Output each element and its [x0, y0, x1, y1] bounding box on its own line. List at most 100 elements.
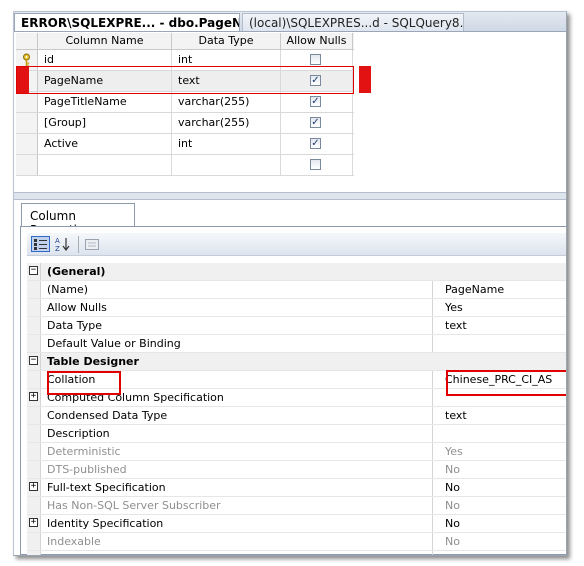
table-row[interactable]: id int	[16, 50, 354, 71]
property-value[interactable]: text	[438, 317, 566, 334]
allow-nulls-checkbox[interactable]: ✓	[310, 117, 321, 128]
allow-nulls-checkbox[interactable]	[310, 54, 321, 65]
data-type-cell[interactable]: varchar(255)	[172, 92, 281, 112]
property-row[interactable]: (Name) PageName	[27, 281, 566, 299]
row-selector[interactable]	[16, 71, 38, 91]
property-value[interactable]	[438, 425, 566, 442]
allow-nulls-checkbox[interactable]: ✓	[310, 138, 321, 149]
table-row[interactable]: PageTitleName varchar(255) ✓	[16, 92, 354, 113]
columns-grid: Column Name Data Type Allow Nulls id int P…	[16, 33, 354, 176]
property-label: Full-text Specification	[47, 479, 433, 496]
column-name-cell[interactable]: [Group]	[38, 113, 172, 133]
row-selector[interactable]	[16, 113, 38, 133]
table-row[interactable]: [Group] varchar(255) ✓	[16, 113, 354, 134]
property-row[interactable]: + Computed Column Specification	[27, 389, 566, 407]
allow-nulls-header[interactable]: Allow Nulls	[281, 33, 353, 49]
table-row[interactable]: PageName text ✓	[16, 71, 354, 92]
property-value: No	[445, 499, 460, 512]
categorized-icon[interactable]	[31, 236, 50, 252]
property-row[interactable]: Merge-published No	[27, 551, 566, 555]
tab-dbo-pagename[interactable]: ERROR\SQLEXPRE... - dbo.PageName	[14, 13, 240, 31]
allow-nulls-checkbox[interactable]: ✓	[310, 96, 321, 107]
row-selector[interactable]	[16, 50, 38, 70]
allow-nulls-cell: ✓	[281, 134, 353, 154]
collapse-icon[interactable]: −	[29, 356, 38, 365]
property-row[interactable]: Default Value or Binding	[27, 335, 566, 353]
tab-sqlquery8[interactable]: (local)\SQLEXPRES...d - SQLQuery8.sql*	[242, 13, 464, 31]
grid-header: Column Name Data Type Allow Nulls	[16, 33, 354, 50]
alphabetical-sort-icon[interactable]: A Z	[54, 236, 73, 253]
property-label: Has Non-SQL Server Subscriber	[47, 497, 433, 514]
toolbar-separator	[78, 236, 79, 253]
data-type-header[interactable]: Data Type	[172, 33, 281, 49]
expand-icon[interactable]: +	[29, 392, 38, 401]
row-selector[interactable]	[16, 92, 38, 112]
data-type-cell[interactable]: varchar(255)	[172, 113, 281, 133]
allow-nulls-cell	[281, 50, 353, 70]
grid-rows: id int PageName text ✓ PageTitleName varchar(2…	[16, 50, 354, 176]
allow-nulls-checkbox[interactable]: ✓	[310, 75, 321, 86]
allow-nulls-cell: ✓	[281, 92, 353, 112]
property-row[interactable]: DTS-published No	[27, 461, 566, 479]
property-value: Yes	[445, 445, 463, 458]
column-name-cell[interactable]: PageTitleName	[38, 92, 172, 112]
property-value[interactable]	[438, 389, 566, 406]
document-tabstrip: ERROR\SQLEXPRE... - dbo.PageName (local)…	[14, 12, 566, 32]
property-category[interactable]: − (General)	[27, 263, 566, 281]
property-label: Deterministic	[47, 443, 433, 460]
property-value[interactable]: No	[438, 479, 566, 496]
property-row[interactable]: Data Type text	[27, 317, 566, 335]
collapse-icon[interactable]: −	[29, 266, 38, 275]
expand-icon[interactable]: +	[29, 482, 38, 491]
property-row[interactable]: Deterministic Yes	[27, 443, 566, 461]
table-row[interactable]: Active int ✓	[16, 134, 354, 155]
property-row[interactable]: Condensed Data Type text	[27, 407, 566, 425]
row-selector[interactable]	[16, 134, 38, 154]
property-value[interactable]: PageName	[438, 281, 566, 298]
property-row[interactable]: + Identity Specification No	[27, 515, 566, 533]
expand-icon[interactable]: +	[29, 518, 38, 527]
property-gutter	[27, 407, 41, 424]
properties-toolbar: A Z	[27, 233, 566, 256]
property-label: Default Value or Binding	[47, 335, 433, 352]
allow-nulls-checkbox[interactable]	[310, 159, 321, 170]
property-label: Description	[47, 425, 433, 442]
data-type-cell[interactable]: int	[172, 50, 281, 70]
property-value[interactable]: No	[438, 515, 566, 532]
property-row[interactable]: Indexable No	[27, 533, 566, 551]
tab-column-properties[interactable]: Column Properties	[21, 203, 135, 237]
property-value[interactable]: text	[438, 407, 566, 424]
data-type-cell[interactable]: int	[172, 134, 281, 154]
property-label: (Name)	[47, 281, 433, 298]
property-gutter: +	[27, 515, 41, 532]
allow-nulls-cell: ✓	[281, 71, 353, 91]
property-category[interactable]: − Table Designer	[27, 353, 566, 371]
property-gutter	[27, 299, 41, 316]
property-row[interactable]: Has Non-SQL Server Subscriber No	[27, 497, 566, 515]
row-selector[interactable]	[16, 155, 38, 175]
property-label: (General)	[47, 265, 106, 278]
highlight-marker-right	[359, 66, 371, 93]
column-name-cell[interactable]: Active	[38, 134, 172, 154]
property-pages-icon[interactable]	[84, 236, 100, 252]
column-name-header[interactable]: Column Name	[38, 33, 172, 49]
allow-nulls-cell	[281, 155, 353, 175]
property-row[interactable]: + Full-text Specification No	[27, 479, 566, 497]
property-row[interactable]: Description	[27, 425, 566, 443]
column-name-cell[interactable]: id	[38, 50, 172, 70]
property-value[interactable]: Yes	[438, 299, 566, 316]
data-type-cell[interactable]	[172, 155, 281, 175]
property-value[interactable]	[438, 335, 566, 352]
property-row[interactable]: Collation Chinese_PRC_CI_AS	[27, 371, 566, 389]
property-label: Computed Column Specification	[47, 389, 433, 406]
property-gutter	[27, 497, 41, 514]
column-name-cell[interactable]: PageName	[38, 71, 172, 91]
table-row[interactable]	[16, 155, 354, 176]
data-type-cell[interactable]: text	[172, 71, 281, 91]
pane-splitter[interactable]	[14, 192, 566, 200]
property-row[interactable]: Allow Nulls Yes	[27, 299, 566, 317]
column-name-cell[interactable]	[38, 155, 172, 175]
property-gutter	[27, 281, 41, 298]
property-value[interactable]: Chinese_PRC_CI_AS	[438, 371, 566, 388]
primary-key-icon	[23, 53, 30, 66]
